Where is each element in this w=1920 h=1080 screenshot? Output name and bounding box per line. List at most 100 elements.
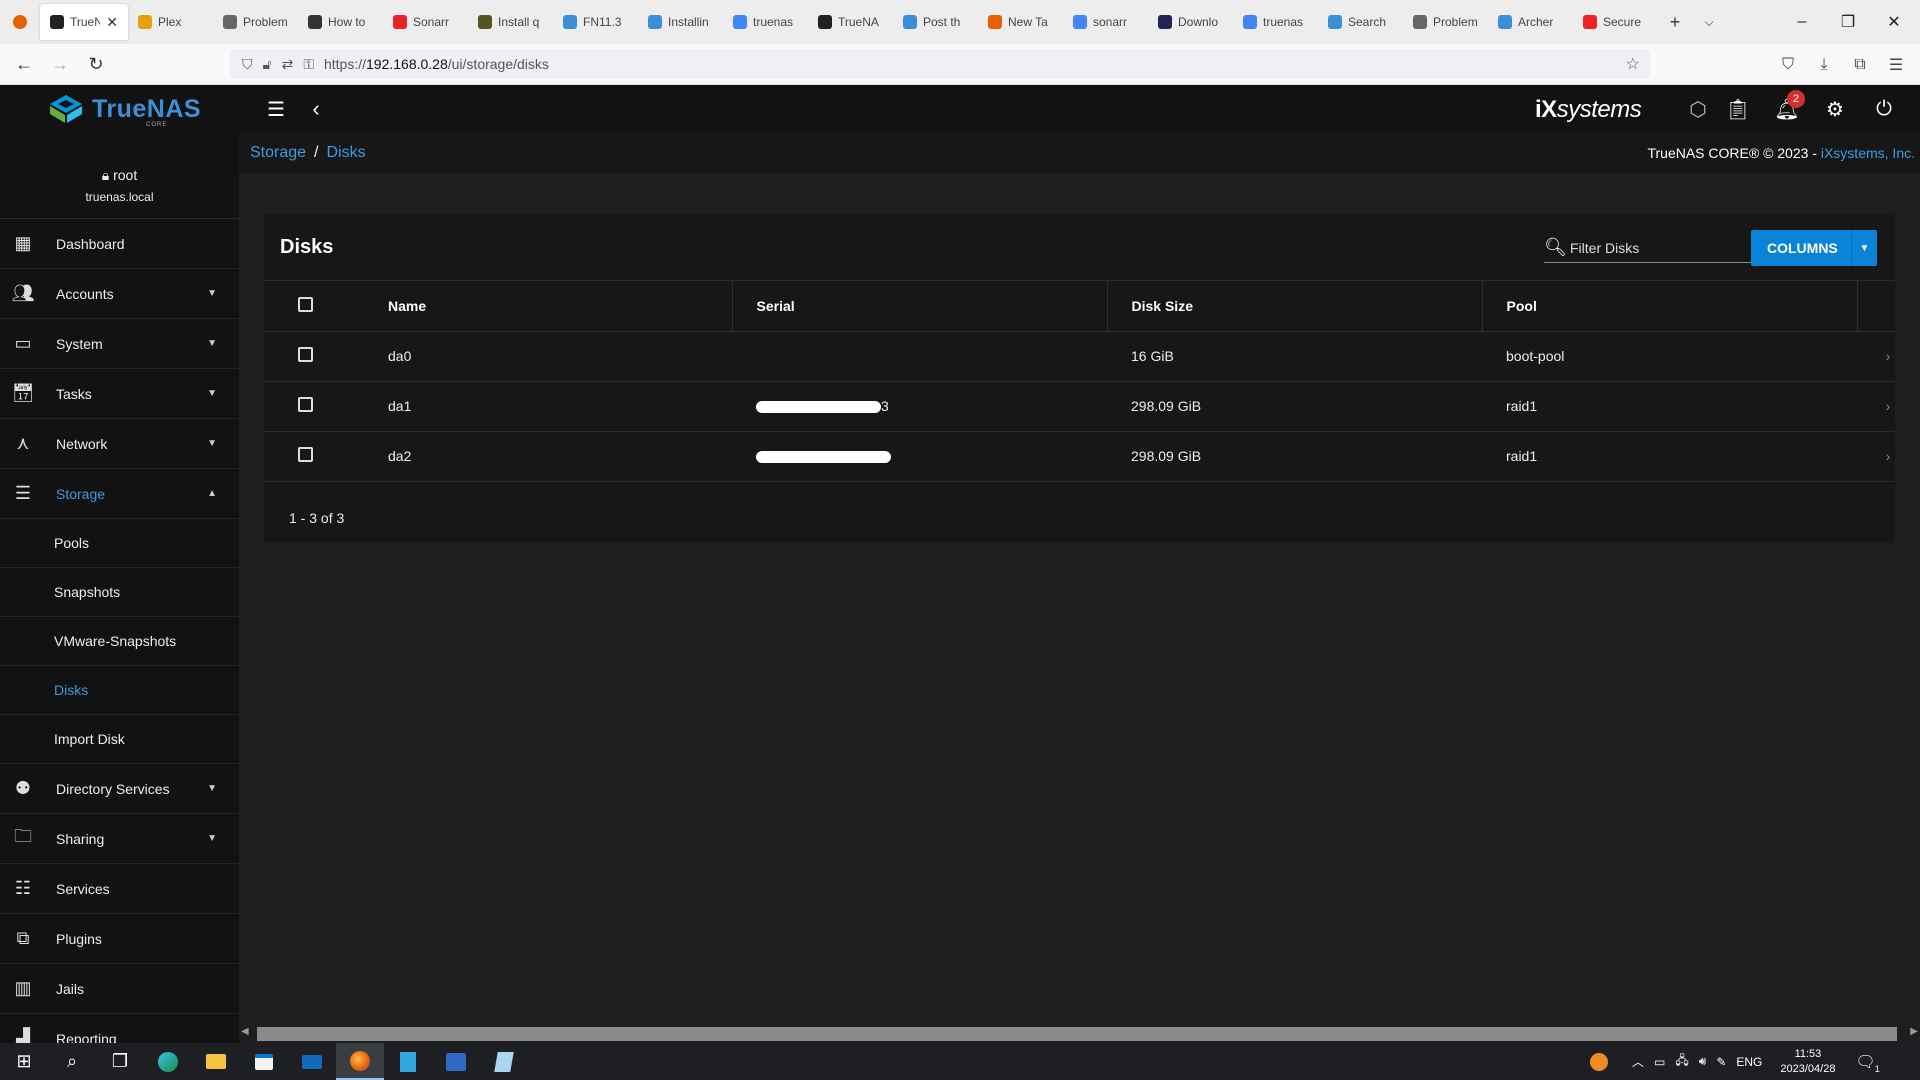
table-row[interactable]: da1 3 298.09 GiB raid1 ›	[264, 381, 1895, 432]
browser-tab[interactable]: Downlo	[1148, 5, 1233, 39]
table-row[interactable]: da0 16 GiB boot-pool ›	[264, 331, 1895, 382]
sidebar-subitem-pools[interactable]: Pools	[0, 519, 239, 568]
task-manager-icon[interactable]: 📋︎	[1718, 85, 1758, 133]
select-all-checkbox[interactable]	[298, 296, 313, 312]
ixsystems-link[interactable]: iXsystems, Inc.	[1821, 145, 1915, 161]
close-tab-icon[interactable]: ✕	[106, 14, 118, 31]
shield-icon[interactable]: ⛉	[242, 56, 253, 73]
ixsystems-logo[interactable]: iXsystems	[1535, 96, 1642, 124]
row-checkbox[interactable]	[298, 397, 313, 412]
volume-icon[interactable]: 🔊︎	[1699, 1054, 1707, 1069]
filter-disks-input[interactable]	[1570, 239, 1745, 256]
browser-tab[interactable]: truenas	[1233, 5, 1318, 39]
truenas-logo[interactable]: TrueNAS CORE	[48, 93, 201, 128]
sidebar-item-network[interactable]: ⋏ Network ▼	[0, 419, 239, 469]
bookmark-star-icon[interactable]: ☆	[1626, 54, 1640, 74]
sidebar-item-system[interactable]: ▭ System ▼	[0, 319, 239, 369]
downloads-icon[interactable]: ⤓	[1806, 44, 1842, 85]
table-row[interactable]: da2 298.09 GiB raid1 ›	[264, 431, 1895, 482]
forward-button[interactable]: →	[42, 48, 78, 80]
app-icon-1[interactable]	[384, 1043, 432, 1080]
restore-button[interactable]: ❐	[1825, 0, 1871, 44]
firefox-taskbar-icon[interactable]	[336, 1043, 384, 1080]
menu-toggle-icon[interactable]: ☰	[256, 85, 296, 133]
back-button[interactable]: ←	[6, 48, 42, 80]
browser-tab[interactable]: Sonarr	[383, 5, 468, 39]
orange-app-tray-icon[interactable]	[1590, 1052, 1608, 1071]
task-view-icon[interactable]: ❐	[96, 1043, 144, 1080]
browser-tab[interactable]: FN11.3	[553, 5, 638, 39]
browser-tab[interactable]: How to	[298, 5, 383, 39]
key-icon[interactable]: ⚿	[303, 56, 314, 73]
sidebar-subitem-disks[interactable]: Disks	[0, 666, 239, 715]
browser-tab[interactable]: Plex	[128, 5, 213, 39]
reload-button[interactable]: ↻	[78, 48, 114, 80]
new-tab-button[interactable]: +	[1658, 12, 1692, 33]
file-explorer-icon[interactable]	[192, 1043, 240, 1080]
browser-tab[interactable]: Secure	[1573, 5, 1658, 39]
chevron-down-icon[interactable]: ▼	[1851, 230, 1877, 266]
browser-tab[interactable]: Installin	[638, 5, 723, 39]
browser-tab[interactable]: Archer	[1488, 5, 1573, 39]
breadcrumb-storage-link[interactable]: Storage	[250, 144, 306, 162]
sidebar-item-directory-services[interactable]: ⚉ Directory Services ▼	[0, 764, 239, 814]
mail-icon[interactable]	[288, 1043, 336, 1080]
sidebar-subitem-import-disk[interactable]: Import Disk	[0, 715, 239, 764]
input-language[interactable]: ENG	[1736, 1055, 1762, 1069]
firefox-menu-icon[interactable]	[0, 0, 40, 44]
sidebar-item-reporting[interactable]: ▟ Reporting	[0, 1014, 239, 1043]
sidebar-item-sharing[interactable]: 🗀 Sharing ▼	[0, 814, 239, 864]
browser-tab[interactable]: Problem	[1403, 5, 1488, 39]
network-tray-icon[interactable]: 🖧︎	[1675, 1051, 1688, 1072]
columns-button[interactable]: COLUMNS ▼	[1751, 230, 1877, 266]
windows-start-icon[interactable]: ⊞	[0, 1043, 48, 1080]
row-checkbox[interactable]	[298, 347, 313, 362]
column-header-name[interactable]: Name	[364, 281, 733, 332]
list-tabs-icon[interactable]: ⌵	[1692, 15, 1726, 30]
store-icon[interactable]	[240, 1043, 288, 1080]
extensions-icon[interactable]: ⧉	[1842, 44, 1878, 85]
lock-warning-icon[interactable]: 🔓︎	[263, 56, 272, 73]
browser-tab[interactable]: New Ta	[978, 5, 1063, 39]
row-checkbox[interactable]	[298, 447, 313, 462]
minimize-button[interactable]: –	[1779, 0, 1825, 44]
browser-tab[interactable]: Problem	[213, 5, 298, 39]
user-name[interactable]: 🔒︎ root	[0, 167, 239, 184]
browser-tab[interactable]: Install q	[468, 5, 553, 39]
sidebar-subitem-snapshots[interactable]: Snapshots	[0, 568, 239, 617]
browser-tab[interactable]: TrueN ✕	[40, 4, 128, 40]
sidebar-item-dashboard[interactable]: ▦ Dashboard	[0, 219, 239, 269]
sidebar-item-jails[interactable]: ▥ Jails	[0, 964, 239, 1014]
app-icon-2[interactable]	[432, 1043, 480, 1080]
column-header-serial[interactable]: Serial	[732, 281, 1108, 332]
pen-icon[interactable]: ✎	[1716, 1055, 1726, 1069]
sidebar-item-services[interactable]: ☷ Services	[0, 864, 239, 914]
sidebar-item-tasks[interactable]: 📅︎ Tasks ▼	[0, 369, 239, 419]
app-menu-icon[interactable]: ☰	[1878, 44, 1914, 85]
horizontal-scrollbar[interactable]: ◀ ▶	[239, 1023, 1920, 1043]
show-hidden-icons-icon[interactable]: ︿	[1632, 1053, 1644, 1070]
clock[interactable]: 11:53 2023/04/28	[1780, 1047, 1835, 1077]
column-header-pool[interactable]: Pool	[1482, 281, 1858, 332]
sidebar-item-storage[interactable]: ☰ Storage ▲	[0, 469, 239, 519]
notepad-icon[interactable]	[480, 1043, 528, 1080]
url-field[interactable]: ⛉ 🔓︎ ⇄ ⚿ https://192.168.0.28/ui/storage…	[230, 49, 1650, 79]
close-window-button[interactable]: ✕	[1871, 0, 1917, 44]
expand-row-chevron-icon[interactable]: ›	[1886, 348, 1891, 364]
browser-tab[interactable]: sonarr	[1063, 5, 1148, 39]
sidebar-item-plugins[interactable]: ⧉ Plugins	[0, 914, 239, 964]
collapse-sidebar-icon[interactable]: ‹	[296, 85, 336, 133]
permissions-icon[interactable]: ⇄	[282, 56, 294, 73]
scroll-right-icon[interactable]: ▶	[1910, 1026, 1918, 1037]
scroll-left-icon[interactable]: ◀	[241, 1026, 249, 1037]
browser-tab[interactable]: truenas	[723, 5, 808, 39]
expand-row-chevron-icon[interactable]: ›	[1886, 448, 1891, 464]
action-center-icon[interactable]: 🗨︎ 1	[1855, 1052, 1879, 1074]
edge-icon[interactable]	[144, 1043, 192, 1080]
settings-gear-icon[interactable]: ⚙	[1815, 85, 1855, 133]
browser-tab[interactable]: Search	[1318, 5, 1403, 39]
truecommand-icon[interactable]: ⬡	[1678, 85, 1718, 133]
sidebar-subitem-vmware-snapshots[interactable]: VMware-Snapshots	[0, 617, 239, 666]
tray-device-icon[interactable]: ▭	[1654, 1055, 1665, 1069]
column-header-disk-size[interactable]: Disk Size	[1107, 281, 1483, 332]
